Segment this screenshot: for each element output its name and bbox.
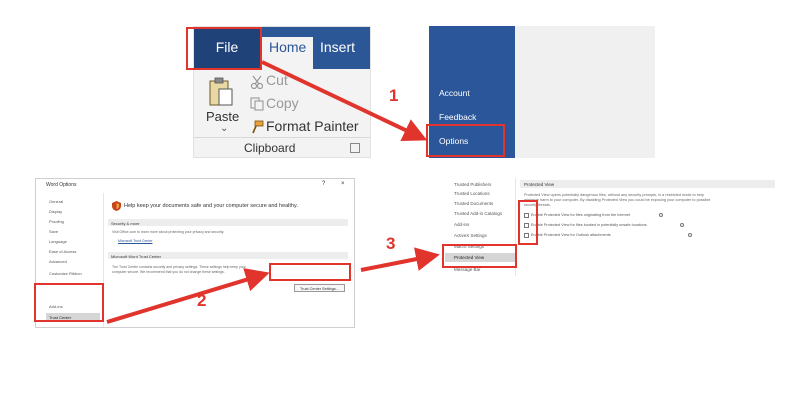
cut-button[interactable]: Cut [266, 72, 288, 88]
section-header-protected-view: Protected View [520, 180, 775, 188]
protected-view-description-1: Protected View opens potentially dangero… [524, 193, 704, 197]
copy-button[interactable]: Copy [266, 95, 299, 111]
trust-description-2: computer secure. We recommend that you d… [112, 270, 225, 274]
option-label-outlook-attachments: Enable Protected View for Outlook attach… [531, 233, 611, 237]
help-button[interactable]: ? [322, 181, 325, 187]
sidebar-item-activex-settings[interactable]: ActiveX Settings [454, 233, 487, 238]
sidebar-item-customize-ribbon[interactable]: Customize Ribbon [49, 271, 82, 276]
section-header-security: Security & more [108, 219, 348, 226]
clipboard-group-label: Clipboard [244, 141, 296, 155]
cut-icon [250, 75, 264, 89]
info-icon [659, 213, 663, 217]
protected-view-highlight [442, 244, 517, 268]
tab-home[interactable]: Home [262, 37, 314, 69]
nav-item-account[interactable]: Account [439, 88, 470, 98]
sidebar-item-proofing[interactable]: Proofing [49, 219, 64, 224]
paste-dropdown-chevron-icon[interactable]: ⌄ [220, 123, 228, 134]
paste-button[interactable]: Paste [206, 109, 239, 124]
trust-center-highlight [34, 283, 104, 322]
sidebar-item-trusted-publishers[interactable]: Trusted Publishers [454, 182, 491, 187]
protected-view-description-2: minimize harm to your computer. By disab… [524, 198, 711, 202]
sidebar-item-trusted-documents[interactable]: Trusted Documents [454, 201, 493, 206]
sidebar-item-language[interactable]: Language [49, 239, 67, 244]
sidebar-item-general[interactable]: General [49, 199, 63, 204]
sidebar-item-add-ins[interactable]: Add-ins [454, 222, 469, 227]
checkboxes-highlight [518, 200, 538, 245]
microsoft-trust-center-link[interactable]: Microsoft Trust Center [118, 239, 152, 243]
page-heading: Help keep your documents safe and your c… [124, 203, 298, 209]
step-number-2: 2 [197, 291, 207, 310]
info-icon [688, 233, 692, 237]
dialog-title: Word Options [46, 182, 77, 188]
trust-center-settings-highlight [269, 263, 351, 281]
nav-item-feedback[interactable]: Feedback [439, 112, 476, 122]
option-label-internet-files: Enable Protected View for files originat… [531, 213, 631, 217]
security-description: Visit Office.com to learn more about pro… [112, 230, 225, 234]
format-painter-button[interactable]: Format Painter [266, 118, 359, 134]
sidebar-item-display[interactable]: Display [49, 209, 62, 214]
group-divider [194, 137, 370, 138]
sidebar-item-advanced[interactable]: Advanced [49, 259, 67, 264]
format-painter-icon [252, 120, 264, 134]
trust-center-settings-button[interactable]: Trust Center Settings... [294, 284, 345, 292]
dialog-launcher-icon[interactable] [350, 143, 360, 153]
shield-icon [112, 201, 121, 211]
info-icon [680, 223, 684, 227]
copy-icon [250, 97, 264, 111]
sidebar-item-trusted-locations[interactable]: Trusted Locations [454, 191, 490, 196]
sidebar-item-ease-of-access[interactable]: Ease of Access [49, 249, 76, 254]
file-tab-highlight [186, 27, 262, 70]
trust-description-1: The Trust Center contains security and p… [112, 265, 246, 269]
sidebar-item-trusted-add-in-catalogs[interactable]: Trusted Add-in Catalogs [454, 211, 502, 216]
step-number-1: 1 [389, 86, 399, 105]
sidebar-item-save[interactable]: Save [49, 229, 58, 234]
close-button[interactable]: × [341, 181, 345, 187]
options-highlight [426, 124, 505, 157]
section-header-trust-center: Microsoft Word Trust Center [108, 252, 348, 259]
tab-insert[interactable]: Insert [320, 39, 355, 55]
arrow-3 [360, 247, 440, 272]
step-number-3: 3 [386, 234, 396, 253]
paste-icon[interactable] [208, 77, 234, 107]
option-label-unsafe-locations: Enable Protected View for files located … [531, 223, 647, 227]
